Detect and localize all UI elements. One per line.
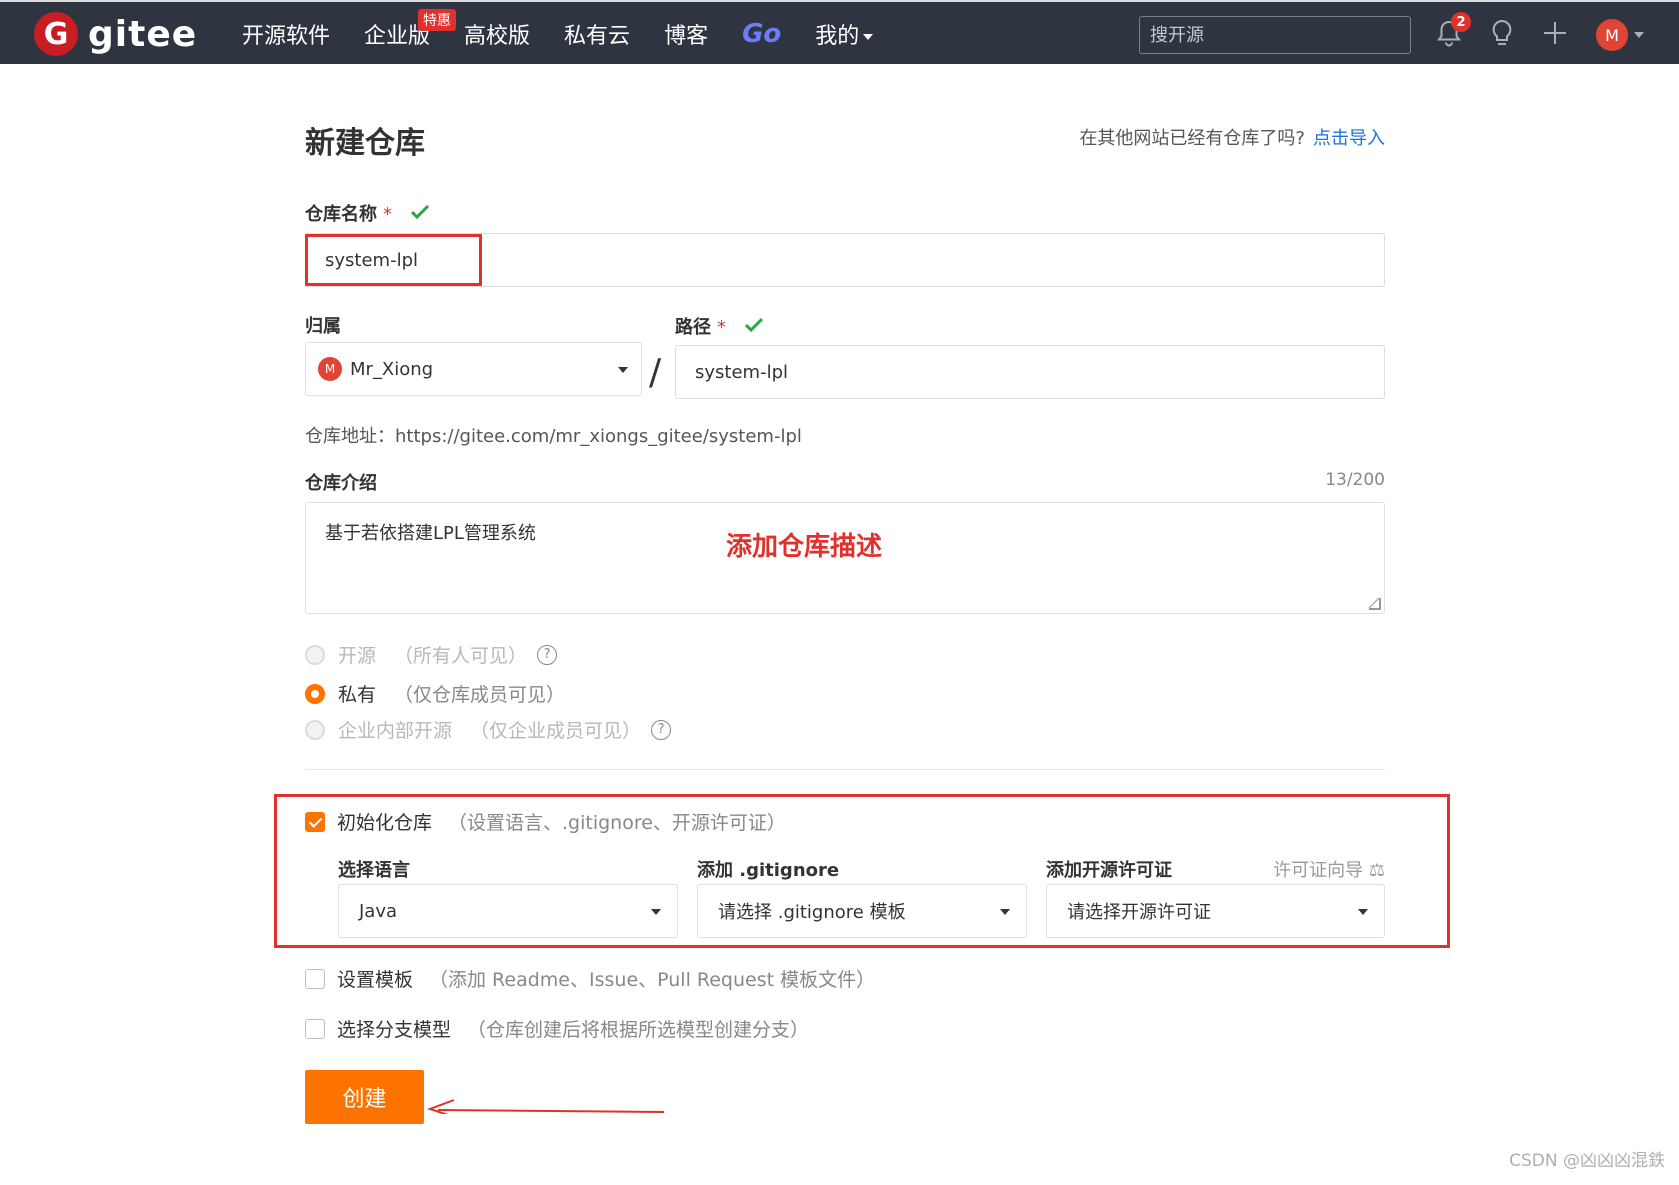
gitee-logo-text: gitee: [88, 13, 198, 55]
import-question: 在其他网站已经有仓库了吗?: [1079, 128, 1305, 149]
search-input[interactable]: [1139, 16, 1411, 54]
visibility-private-label: 私有: [338, 684, 377, 706]
lightbulb-icon[interactable]: [1487, 18, 1517, 48]
chevron-down-icon: [651, 909, 661, 915]
repo-name-label-text: 仓库名称: [305, 204, 377, 225]
radio-private[interactable]: [305, 683, 325, 704]
notification-badge: 2: [1451, 12, 1471, 32]
import-hint: 在其他网站已经有仓库了吗? 点击导入: [1079, 124, 1385, 150]
page-title: 新建仓库: [305, 126, 425, 161]
chevron-down-icon: [863, 34, 874, 40]
radio-public[interactable]: [305, 644, 325, 665]
scale-icon: ⚖: [1368, 860, 1385, 881]
owner-avatar: M: [318, 357, 342, 381]
language-value: Java: [359, 900, 398, 922]
template-checkbox[interactable]: [305, 968, 325, 989]
path-label: 路径 *: [675, 313, 764, 339]
main-nav: 开源软件 企业版 高校版 私有云 博客 Go 我的: [242, 2, 907, 66]
annotation-text: 添加仓库描述: [726, 532, 883, 562]
path-input[interactable]: system-lpl: [675, 345, 1385, 399]
visibility-enterprise-sub: （仅企业成员可见）: [470, 720, 642, 742]
resize-handle-icon[interactable]: [1369, 598, 1381, 610]
chevron-down-icon: [1358, 909, 1368, 915]
template-checkbox-row[interactable]: 设置模板 （添加 Readme、Issue、Pull Request 模板文件）: [305, 965, 875, 992]
nav-open-source[interactable]: 开源软件: [242, 18, 330, 50]
license-value: 请选择开源许可证: [1067, 902, 1211, 923]
language-label: 选择语言: [338, 860, 410, 881]
radio-enterprise[interactable]: [305, 719, 325, 740]
avatar-chevron-down-icon[interactable]: [1634, 32, 1644, 38]
branch-label: 选择分支模型: [337, 1019, 452, 1041]
gitignore-label: 添加 .gitignore: [697, 860, 840, 881]
owner-select[interactable]: M Mr_Xiong: [305, 342, 642, 396]
desc-counter: 13/200: [1325, 470, 1385, 490]
promo-badge: 特惠: [418, 9, 456, 31]
check-icon: [744, 317, 764, 338]
nav-private-cloud[interactable]: 私有云: [564, 18, 630, 50]
nav-blog[interactable]: 博客: [664, 18, 708, 50]
chevron-down-icon: [618, 367, 628, 373]
branch-sub: （仓库创建后将根据所选模型创建分支）: [467, 1019, 810, 1041]
path-separator: /: [649, 352, 662, 393]
nav-university[interactable]: 高校版: [464, 18, 530, 50]
desc-label: 仓库介绍: [305, 473, 377, 494]
language-select[interactable]: Java: [338, 884, 678, 938]
gitee-logo-icon: G: [34, 12, 78, 56]
help-icon[interactable]: ?: [651, 719, 672, 740]
desc-value: 基于若依搭建LPL管理系统: [325, 523, 536, 544]
template-label: 设置模板: [337, 969, 414, 991]
repo-name-label: 仓库名称 *: [305, 200, 430, 226]
branch-checkbox[interactable]: [305, 1018, 325, 1039]
gitignore-value: 请选择 .gitignore 模板: [718, 902, 906, 923]
help-icon[interactable]: ?: [537, 644, 558, 665]
import-link[interactable]: 点击导入: [1313, 128, 1385, 149]
owner-value: Mr_Xiong: [350, 358, 434, 380]
nav-mine-label: 我的: [815, 24, 860, 49]
init-repo-label: 初始化仓库: [337, 812, 433, 834]
init-repo-sub: （设置语言、.gitignore、开源许可证）: [448, 812, 786, 834]
visibility-public-sub: （所有人可见）: [394, 645, 528, 667]
license-guide-link[interactable]: 许可证向导 ⚖: [1273, 856, 1385, 882]
divider: [305, 769, 1385, 770]
gitee-logo[interactable]: G gitee: [34, 12, 197, 56]
visibility-enterprise-label: 企业内部开源: [338, 720, 453, 742]
create-button[interactable]: 创建: [305, 1070, 424, 1124]
required-mark: *: [717, 317, 726, 338]
watermark: CSDN @凶凶凶混鉄: [1509, 1151, 1665, 1171]
visibility-public-label: 开源: [338, 645, 377, 667]
path-value: system-lpl: [695, 361, 788, 383]
init-repo-checkbox[interactable]: [305, 811, 325, 832]
gitignore-select[interactable]: 请选择 .gitignore 模板: [697, 884, 1027, 938]
template-sub: （添加 Readme、Issue、Pull Request 模板文件）: [429, 969, 876, 991]
plus-icon[interactable]: [1540, 18, 1570, 48]
branch-checkbox-row[interactable]: 选择分支模型 （仓库创建后将根据所选模型创建分支）: [305, 1015, 809, 1042]
required-mark: *: [383, 204, 392, 225]
annotation-highlight-box: [305, 234, 482, 286]
nav-go[interactable]: Go: [742, 19, 781, 49]
owner-label: 归属: [305, 316, 341, 337]
visibility-enterprise[interactable]: 企业内部开源 （仅企业成员可见） ?: [305, 716, 672, 743]
nav-mine-dropdown[interactable]: 我的: [815, 18, 874, 50]
license-guide-text: 许可证向导: [1273, 860, 1364, 881]
top-navbar: G gitee 开源软件 企业版 高校版 私有云 博客 Go 我的 特惠 2 M: [0, 0, 1679, 64]
visibility-public[interactable]: 开源 （所有人可见） ?: [305, 641, 558, 668]
license-label: 添加开源许可证: [1046, 860, 1172, 881]
visibility-private[interactable]: 私有 （仅仓库成员可见）: [305, 680, 565, 707]
chevron-down-icon: [1000, 909, 1010, 915]
init-repo-checkbox-row[interactable]: 初始化仓库 （设置语言、.gitignore、开源许可证）: [305, 808, 786, 835]
annotation-arrow-icon: [427, 1099, 665, 1114]
user-avatar[interactable]: M: [1596, 19, 1628, 51]
repo-url: 仓库地址：https://gitee.com/mr_xiongs_gitee/s…: [305, 426, 802, 447]
check-icon: [410, 204, 430, 225]
license-select[interactable]: 请选择开源许可证: [1046, 884, 1385, 938]
visibility-private-sub: （仅仓库成员可见）: [394, 684, 566, 706]
path-label-text: 路径: [675, 317, 711, 338]
